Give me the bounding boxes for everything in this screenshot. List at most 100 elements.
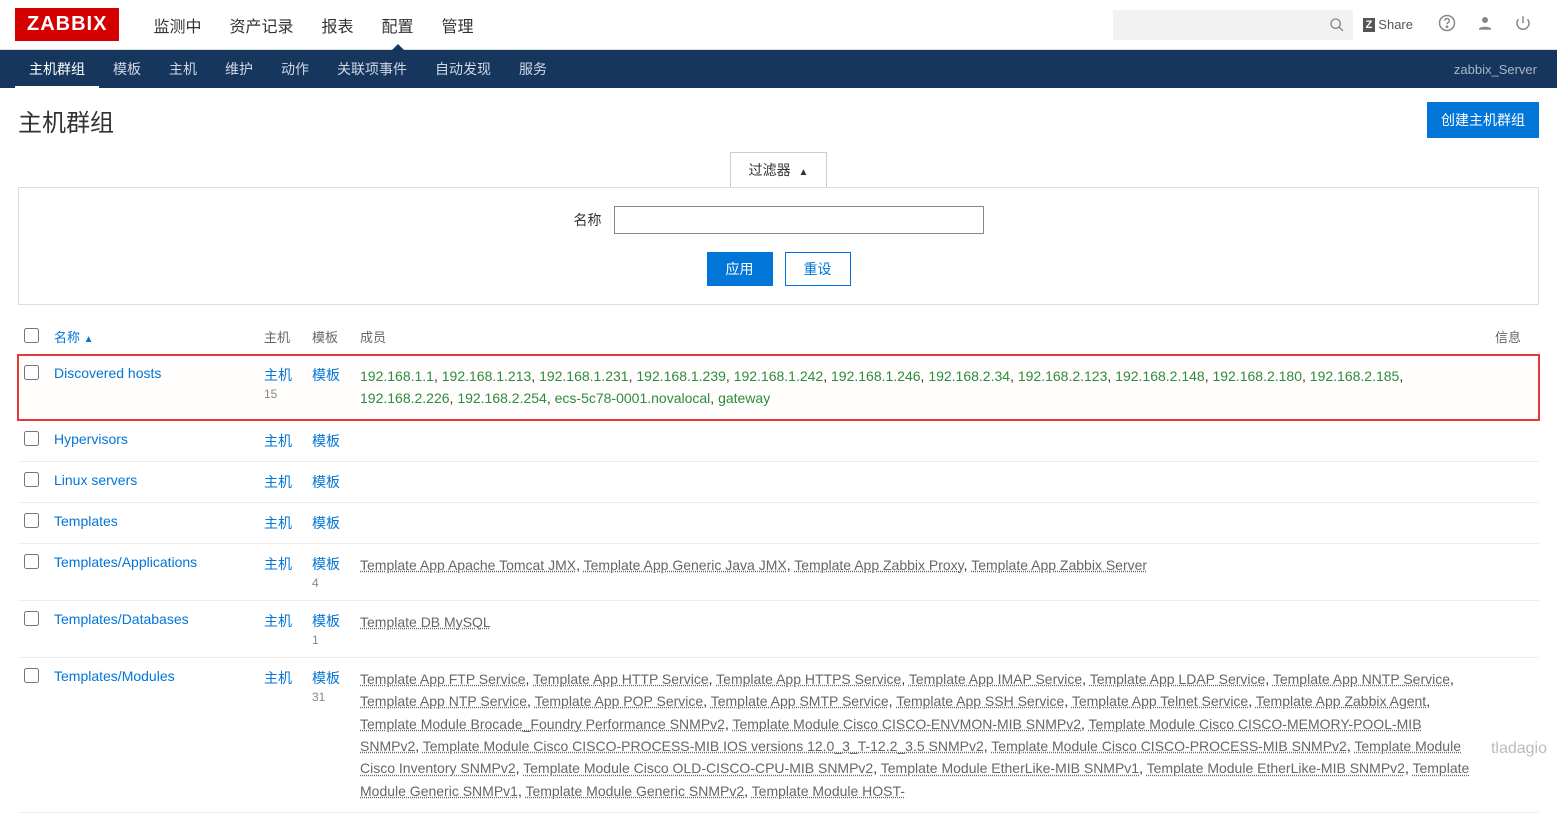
member-link[interactable]: Template App Generic Java JMX [584, 557, 787, 573]
templates-link[interactable]: 模板 [312, 474, 340, 490]
logo[interactable]: ZABBIX [15, 8, 119, 41]
col-name[interactable]: 名称 ▲ [48, 319, 258, 355]
member-link[interactable]: 192.168.1.231 [539, 368, 629, 384]
subnav-item[interactable]: 服务 [505, 49, 561, 89]
member-link[interactable]: Template App SSH Service [896, 693, 1064, 709]
member-link[interactable]: 192.168.2.254 [457, 390, 547, 406]
hosts-link[interactable]: 主机 [264, 515, 292, 531]
topnav-item[interactable]: 管理 [428, 0, 488, 51]
row-checkbox[interactable] [24, 668, 39, 683]
member-link[interactable]: 192.168.1.213 [442, 368, 532, 384]
member-link[interactable]: Template App HTTP Service [533, 671, 709, 687]
group-name-link[interactable]: Templates/Databases [54, 611, 189, 627]
member-link[interactable]: Template App SMTP Service [711, 693, 889, 709]
member-link[interactable]: Template Module Cisco CISCO-ENVMON-MIB S… [732, 716, 1081, 732]
power-icon[interactable] [1514, 14, 1532, 35]
templates-link[interactable]: 模板 [312, 556, 340, 572]
member-link[interactable]: Template Module Cisco OLD-CISCO-CPU-MIB … [523, 760, 873, 776]
member-link[interactable]: Template App Apache Tomcat JMX [360, 557, 576, 573]
member-link[interactable]: gateway [718, 390, 770, 406]
member-link[interactable]: Template Module Cisco CISCO-PROCESS-MIB … [991, 738, 1347, 754]
row-checkbox[interactable] [24, 554, 39, 569]
member-link[interactable]: 192.168.1.246 [831, 368, 921, 384]
member-link[interactable]: 192.168.1.242 [734, 368, 824, 384]
member-link[interactable]: Template App Zabbix Proxy [794, 557, 963, 573]
hosts-link[interactable]: 主机 [264, 670, 292, 686]
member-link[interactable]: Template App LDAP Service [1090, 671, 1266, 687]
templates-link[interactable]: 模板 [312, 515, 340, 531]
group-name-link[interactable]: Linux servers [54, 472, 137, 488]
hosts-link[interactable]: 主机 [264, 474, 292, 490]
templates-link[interactable]: 模板 [312, 670, 340, 686]
member-link[interactable]: Template App NTP Service [360, 693, 527, 709]
member-link[interactable]: 192.168.1.239 [636, 368, 726, 384]
user-icon[interactable] [1476, 14, 1494, 35]
member-link[interactable]: Template App POP Service [535, 693, 704, 709]
col-members: 成员 [354, 319, 1489, 355]
create-hostgroup-button[interactable]: 创建主机群组 [1427, 102, 1539, 138]
member-link[interactable]: Template App Telnet Service [1072, 693, 1248, 709]
help-icon[interactable] [1438, 14, 1456, 35]
share-link[interactable]: ZShare [1363, 17, 1413, 32]
row-checkbox[interactable] [24, 431, 39, 446]
templates-link[interactable]: 模板 [312, 367, 340, 383]
member-link[interactable]: 192.168.2.226 [360, 390, 450, 406]
subnav-item[interactable]: 动作 [267, 49, 323, 89]
member-link[interactable]: Template Module EtherLike-MIB SNMPv1 [881, 760, 1139, 776]
group-name-link[interactable]: Hypervisors [54, 431, 128, 447]
filter-tab[interactable]: 过滤器 ▲ [730, 152, 828, 187]
member-link[interactable]: 192.168.2.180 [1212, 368, 1302, 384]
subnav-item[interactable]: 维护 [211, 49, 267, 89]
member-link[interactable]: Template App Zabbix Agent [1256, 693, 1426, 709]
subnav-item[interactable]: 模板 [99, 49, 155, 89]
template-count: 4 [312, 576, 319, 590]
templates-link[interactable]: 模板 [312, 433, 340, 449]
group-name-link[interactable]: Templates/Modules [54, 668, 175, 684]
group-name-link[interactable]: Discovered hosts [54, 365, 161, 381]
member-link[interactable]: 192.168.2.34 [928, 368, 1010, 384]
subnav-item[interactable]: 主机 [155, 49, 211, 89]
member-link[interactable]: 192.168.1.1 [360, 368, 434, 384]
member-link[interactable]: Template App FTP Service [360, 671, 525, 687]
member-link[interactable]: Template DB MySQL [360, 614, 491, 630]
filter-name-input[interactable] [614, 206, 984, 234]
member-link[interactable]: ecs-5c78-0001.novalocal [555, 390, 711, 406]
member-link[interactable]: 192.168.2.123 [1018, 368, 1108, 384]
topnav-item[interactable]: 配置 [368, 0, 428, 51]
row-checkbox[interactable] [24, 472, 39, 487]
subnav-item[interactable]: 自动发现 [421, 49, 505, 89]
member-link[interactable]: Template App HTTPS Service [716, 671, 901, 687]
templates-link[interactable]: 模板 [312, 613, 340, 629]
topbar: ZABBIX 监测中资产记录报表配置管理 ZShare [0, 0, 1557, 50]
topnav-item[interactable]: 报表 [307, 0, 367, 51]
member-link[interactable]: Template App IMAP Service [909, 671, 1082, 687]
group-name-link[interactable]: Templates [54, 513, 118, 529]
topnav-item[interactable]: 资产记录 [215, 0, 307, 51]
hosts-link[interactable]: 主机 [264, 556, 292, 572]
row-checkbox[interactable] [24, 611, 39, 626]
subnav-item[interactable]: 主机群组 [15, 49, 99, 89]
member-link[interactable]: Template Module Generic SNMPv2 [525, 783, 744, 799]
hosts-link[interactable]: 主机 [264, 433, 292, 449]
member-link[interactable]: 192.168.2.148 [1115, 368, 1205, 384]
member-link[interactable]: Template Module EtherLike-MIB SNMPv2 [1147, 760, 1405, 776]
row-checkbox[interactable] [24, 365, 39, 380]
watermark: tladagio [1491, 740, 1547, 758]
topnav-item[interactable]: 监测中 [139, 0, 215, 51]
member-link[interactable]: Template App Zabbix Server [971, 557, 1147, 573]
select-all-checkbox[interactable] [24, 328, 39, 343]
member-link[interactable]: Template Module Brocade_Foundry Performa… [360, 716, 725, 732]
global-search[interactable] [1113, 10, 1353, 40]
hosts-link[interactable]: 主机 [264, 367, 292, 383]
page-title: 主机群组 [18, 103, 114, 138]
subnav-item[interactable]: 关联项事件 [323, 49, 421, 89]
member-link[interactable]: 192.168.2.185 [1310, 368, 1400, 384]
member-link[interactable]: Template App NNTP Service [1273, 671, 1450, 687]
apply-button[interactable]: 应用 [707, 252, 773, 286]
group-name-link[interactable]: Templates/Applications [54, 554, 197, 570]
row-checkbox[interactable] [24, 513, 39, 528]
member-link[interactable]: Template Module Cisco CISCO-PROCESS-MIB … [423, 738, 984, 754]
member-link[interactable]: Template Module HOST- [752, 783, 905, 799]
reset-button[interactable]: 重设 [785, 252, 851, 286]
hosts-link[interactable]: 主机 [264, 613, 292, 629]
